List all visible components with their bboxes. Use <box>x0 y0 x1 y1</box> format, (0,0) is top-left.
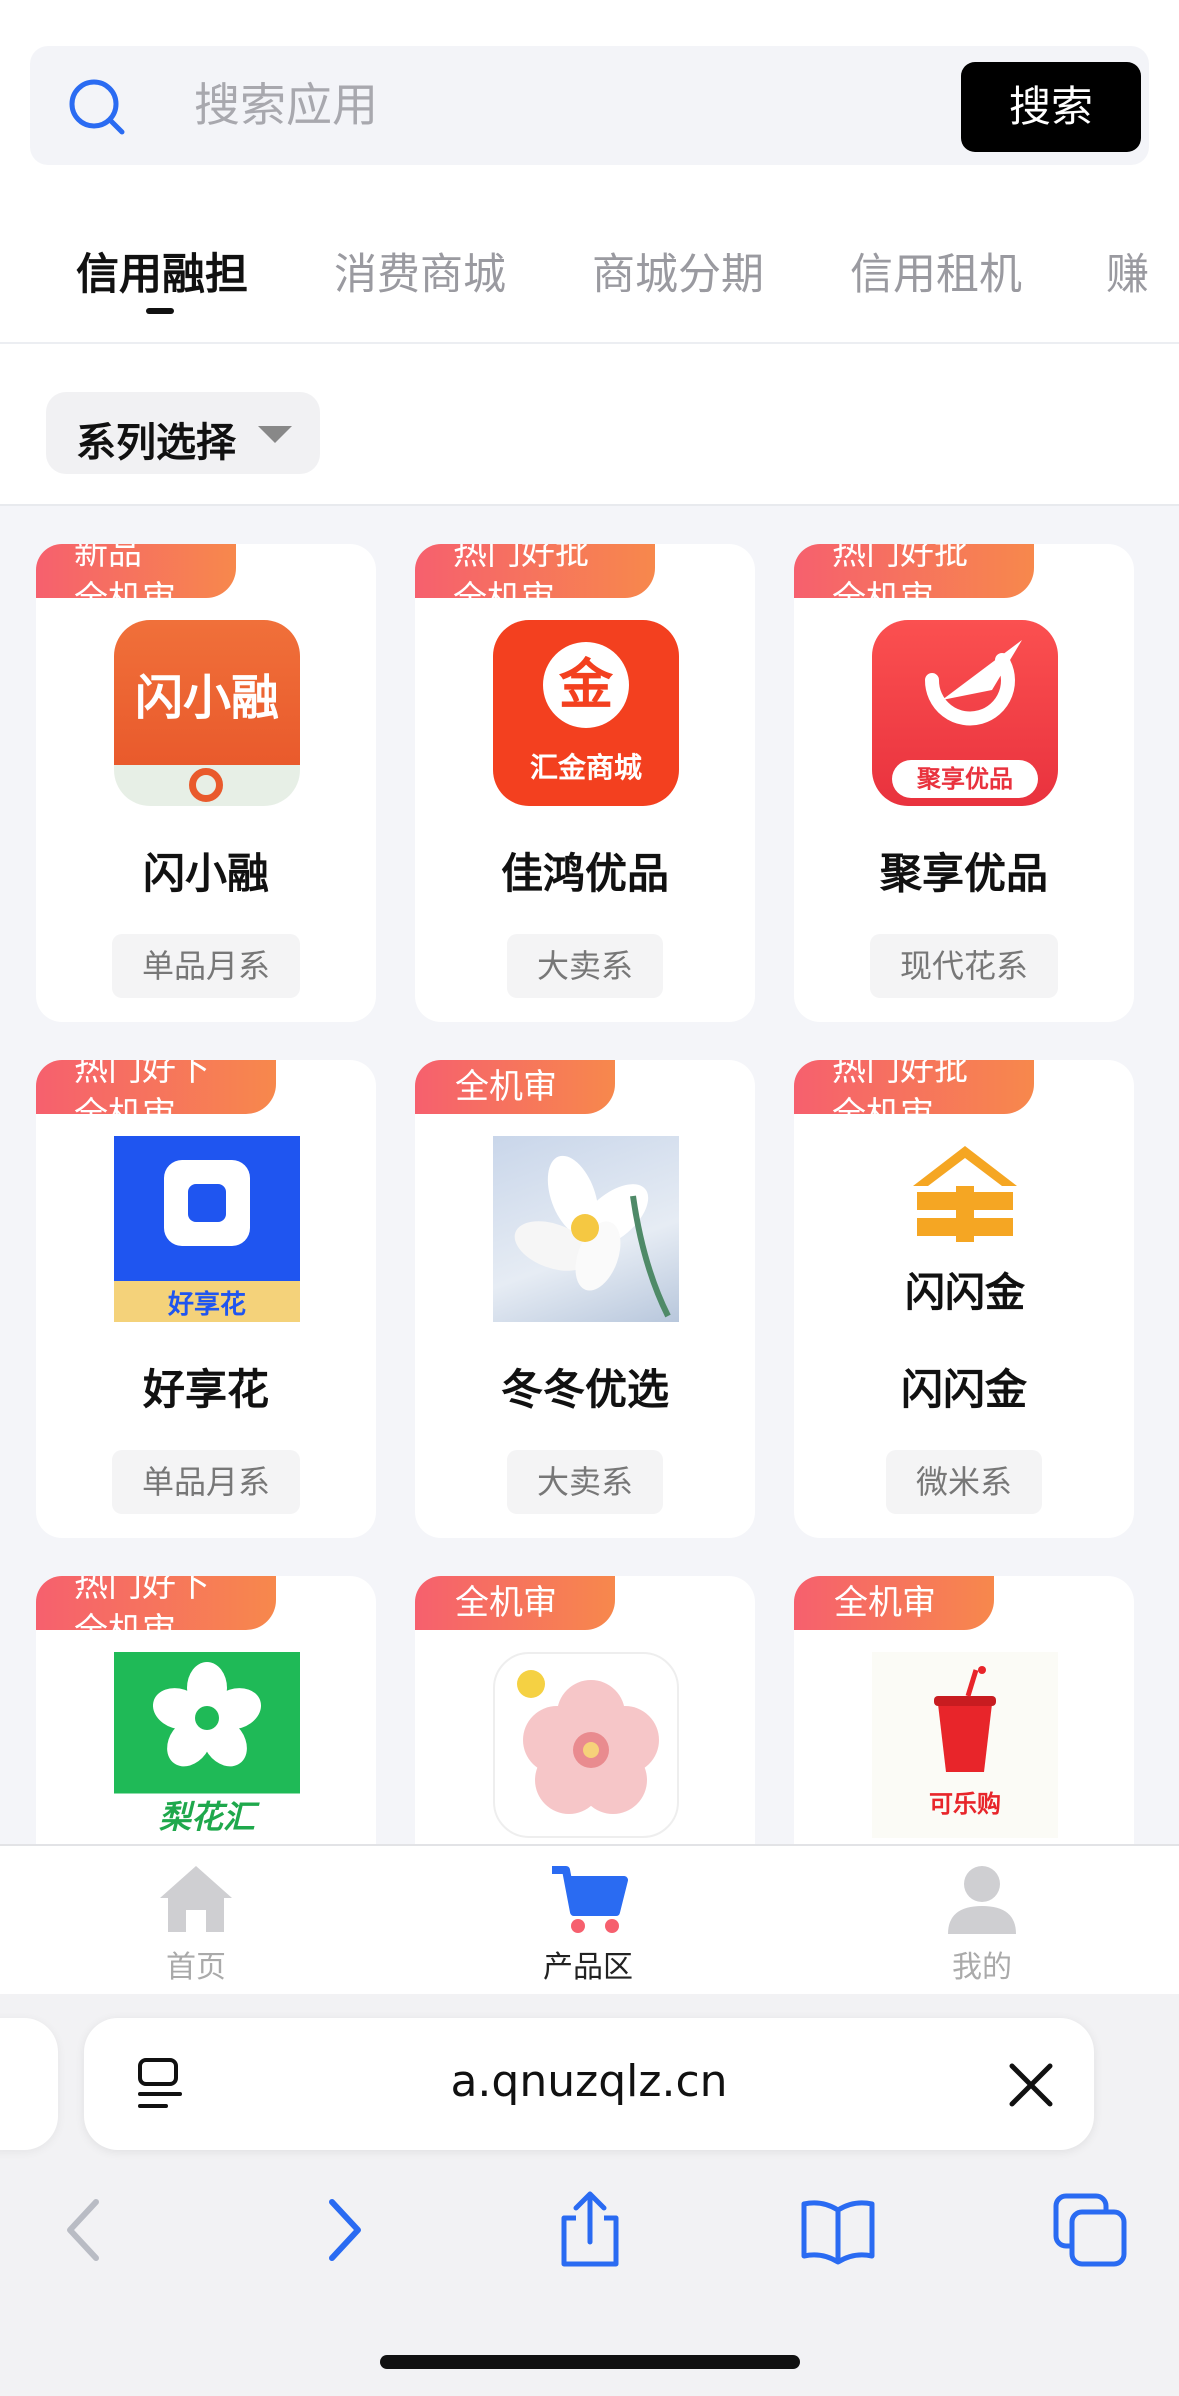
filter-bar: 系列选择 <box>0 344 1179 506</box>
series-select-dropdown[interactable]: 系列选择 <box>46 392 320 474</box>
series-tag: 大卖系 <box>506 1450 664 1514</box>
back-icon[interactable] <box>46 2190 126 2270</box>
series-tag: 大卖系 <box>506 934 664 998</box>
cart-icon <box>552 1866 628 1933</box>
product-grid: 新品 全机审 闪小融 闪小融 单品月系 热门好批 全机审 金 汇金商城 佳鸿优品… <box>0 506 1179 1844</box>
url-text: a.qnuzqlz.cn <box>450 2056 728 2107</box>
series-tag: 微米系 <box>885 1450 1043 1514</box>
nav-products-label: 产品区 <box>543 1950 633 1985</box>
product-badge: 热门好批 全机审 <box>794 1060 1034 1114</box>
category-tabs: 信用融担 消费商城 商城分期 信用租机 赚 <box>0 196 1179 344</box>
tab-credit-phone-rental[interactable]: 信用租机 <box>850 240 1022 302</box>
app-icon: 好享花 <box>114 1136 300 1322</box>
close-icon[interactable] <box>1006 2060 1056 2110</box>
product-name: 佳鸿优品 <box>500 849 669 898</box>
product-card[interactable]: 热门好下 全机审 梨花汇 <box>36 1576 376 1844</box>
share-icon[interactable] <box>550 2190 630 2270</box>
app-icon: 聚享优品 <box>872 620 1058 806</box>
app-icon: 金 汇金商城 <box>493 620 679 806</box>
app-icon: 梨花汇 <box>114 1652 300 1838</box>
product-card[interactable]: 全机审 可乐购 <box>794 1576 1134 1844</box>
product-card[interactable]: 热门好批 全机审 金 汇金商城 佳鸿优品 大卖系 <box>415 544 755 1022</box>
series-tag: 单品月系 <box>111 1450 301 1514</box>
search-bar: 搜索应用 搜索 <box>30 46 1149 165</box>
browser-chrome: a.qnuzqlz.cn <box>0 1994 1179 2396</box>
product-name: 闪小融 <box>142 849 269 898</box>
product-name: 聚享优品 <box>879 849 1048 898</box>
tab-credit-guarantee[interactable]: 信用融担 <box>76 240 248 302</box>
product-card[interactable]: 新品 全机审 闪小融 闪小融 单品月系 <box>36 544 376 1022</box>
product-name: 好享花 <box>142 1365 269 1414</box>
nav-mine-label: 我的 <box>952 1950 1012 1985</box>
product-badge: 全机审 <box>415 1060 615 1114</box>
series-tag: 现代花系 <box>869 934 1059 998</box>
product-card[interactable]: 全机审 <box>415 1576 755 1844</box>
forward-icon[interactable] <box>302 2190 382 2270</box>
bookmarks-icon[interactable] <box>798 2190 878 2270</box>
product-badge: 新品 全机审 <box>36 544 236 598</box>
product-card[interactable]: 热门好下 全机审 好享花 好享花 单品月系 <box>36 1060 376 1538</box>
previous-tab-pill[interactable] <box>0 2018 58 2150</box>
product-badge: 热门好下 全机审 <box>36 1060 276 1114</box>
product-badge: 全机审 <box>415 1576 615 1630</box>
product-badge: 热门好下 全机审 <box>36 1576 276 1630</box>
product-badge: 热门好批 全机审 <box>415 544 655 598</box>
tab-consumer-mall[interactable]: 消费商城 <box>334 240 506 302</box>
home-indicator <box>380 2355 800 2369</box>
app-icon: 闪小融 <box>114 620 300 806</box>
series-tag: 单品月系 <box>111 934 301 998</box>
product-card[interactable]: 全机审 冬冬优选 大卖系 <box>415 1060 755 1538</box>
app-icon: 闪闪金 <box>872 1136 1058 1322</box>
search-icon[interactable] <box>66 76 128 138</box>
home-icon <box>160 1866 232 1932</box>
tab-mall-installment[interactable]: 商城分期 <box>592 240 764 302</box>
product-card[interactable]: 热门好批 全机审 聚享优品 聚享优品 现代花系 <box>794 544 1134 1022</box>
product-card[interactable]: 热门好批 全机审 闪闪金 闪闪金 微米系 <box>794 1060 1134 1538</box>
app-icon <box>493 1136 679 1322</box>
nav-home[interactable]: 首页 <box>96 1860 296 1990</box>
product-badge: 热门好批 全机审 <box>794 544 1034 598</box>
search-input[interactable]: 搜索应用 <box>194 76 378 134</box>
product-badge: 全机审 <box>794 1576 994 1630</box>
series-select-label: 系列选择 <box>76 420 236 466</box>
search-button[interactable]: 搜索 <box>961 62 1141 152</box>
app-icon: 可乐购 <box>872 1652 1058 1838</box>
nav-products[interactable]: 产品区 <box>488 1860 688 1990</box>
active-tab-indicator <box>146 308 174 314</box>
product-name: 冬冬优选 <box>500 1365 669 1414</box>
app-icon <box>493 1652 679 1838</box>
tab-earn[interactable]: 赚 <box>1106 240 1149 302</box>
nav-mine[interactable]: 我的 <box>882 1860 1082 1990</box>
address-bar[interactable]: a.qnuzqlz.cn <box>84 2018 1094 2150</box>
product-name: 闪闪金 <box>900 1365 1027 1414</box>
person-icon <box>948 1866 1016 1934</box>
tabs-icon[interactable] <box>1050 2190 1130 2270</box>
top-bar: 搜索应用 搜索 <box>0 0 1179 196</box>
bottom-navigation: 首页 产品区 我的 <box>0 1844 1179 1994</box>
caret-down-icon <box>258 426 292 443</box>
nav-home-label: 首页 <box>166 1950 226 1985</box>
